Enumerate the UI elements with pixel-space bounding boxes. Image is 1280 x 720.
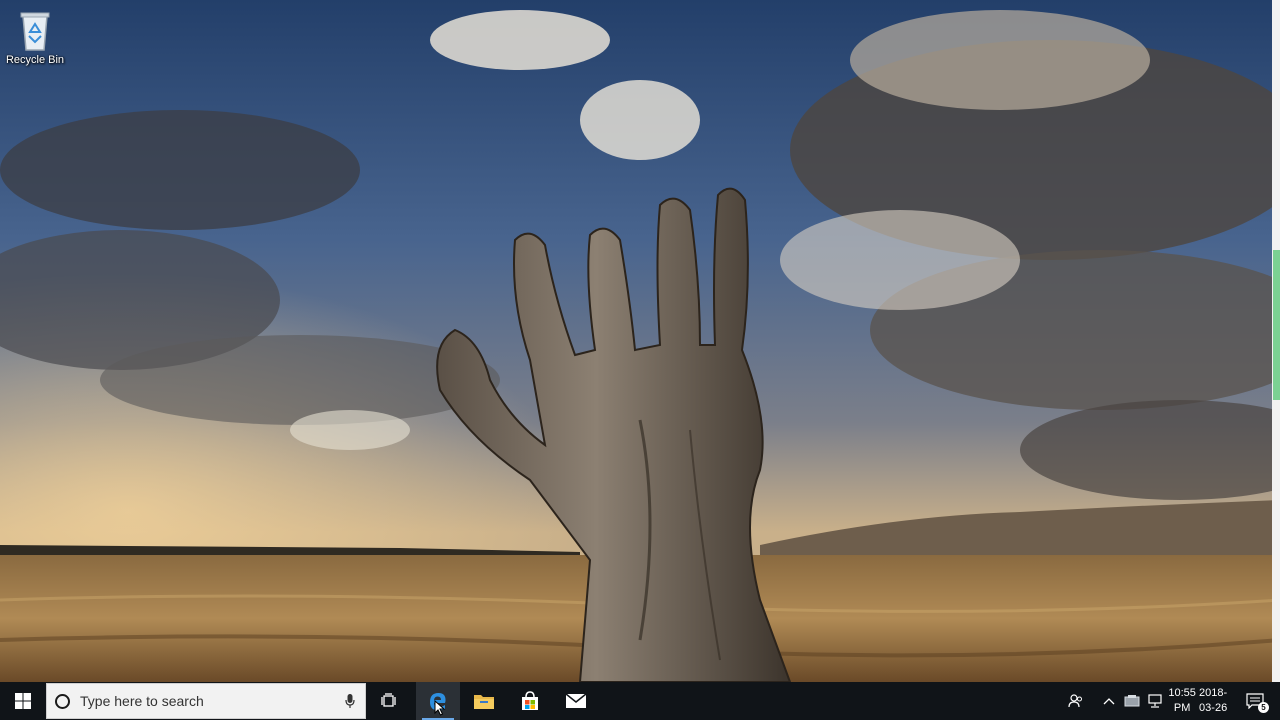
show-hidden-icons-button[interactable] bbox=[1098, 682, 1120, 720]
file-explorer-button[interactable] bbox=[462, 682, 506, 720]
edge-taskbar-button[interactable] bbox=[416, 682, 460, 720]
task-view-icon bbox=[381, 693, 396, 707]
clock-date: 2018-03-26 bbox=[1199, 687, 1228, 714]
cortana-ring-icon bbox=[55, 693, 70, 709]
network-icon bbox=[1148, 694, 1162, 708]
desktop: Recycle Bin bbox=[0, 0, 1280, 682]
clock-button[interactable]: 10:55 PM 2018-03-26 bbox=[1168, 686, 1230, 716]
windows-logo-icon bbox=[15, 693, 31, 709]
network-button[interactable] bbox=[1144, 682, 1166, 720]
chevron-up-icon bbox=[1103, 698, 1115, 705]
action-center-button[interactable]: 5 bbox=[1238, 682, 1272, 720]
search-placeholder: Type here to search bbox=[80, 693, 204, 709]
recycle-bin-shortcut[interactable]: Recycle Bin bbox=[4, 8, 66, 66]
microphone-icon[interactable] bbox=[345, 693, 355, 709]
store-button[interactable] bbox=[508, 682, 552, 720]
wallpaper bbox=[0, 0, 1280, 682]
people-icon bbox=[1068, 694, 1082, 708]
tray-app-button[interactable] bbox=[1122, 682, 1142, 720]
recycle-bin-icon bbox=[20, 12, 50, 51]
mail-button[interactable] bbox=[554, 682, 598, 720]
taskbar: Type here to search 10:55 PM 2018-03-26 … bbox=[0, 682, 1280, 720]
search-box[interactable]: Type here to search bbox=[46, 683, 366, 719]
clock-time: 10:55 PM bbox=[1168, 687, 1196, 714]
recycle-bin-label: Recycle Bin bbox=[5, 54, 65, 66]
folder-icon bbox=[474, 695, 494, 709]
notification-count-badge: 5 bbox=[1258, 702, 1269, 713]
store-bag-icon bbox=[522, 691, 538, 710]
task-view-button[interactable] bbox=[368, 682, 412, 720]
mouse-cursor-icon bbox=[434, 700, 446, 716]
tray-app-icon bbox=[1124, 695, 1140, 707]
start-button[interactable] bbox=[0, 682, 46, 720]
people-button[interactable] bbox=[1064, 682, 1088, 720]
mail-icon bbox=[565, 693, 587, 708]
